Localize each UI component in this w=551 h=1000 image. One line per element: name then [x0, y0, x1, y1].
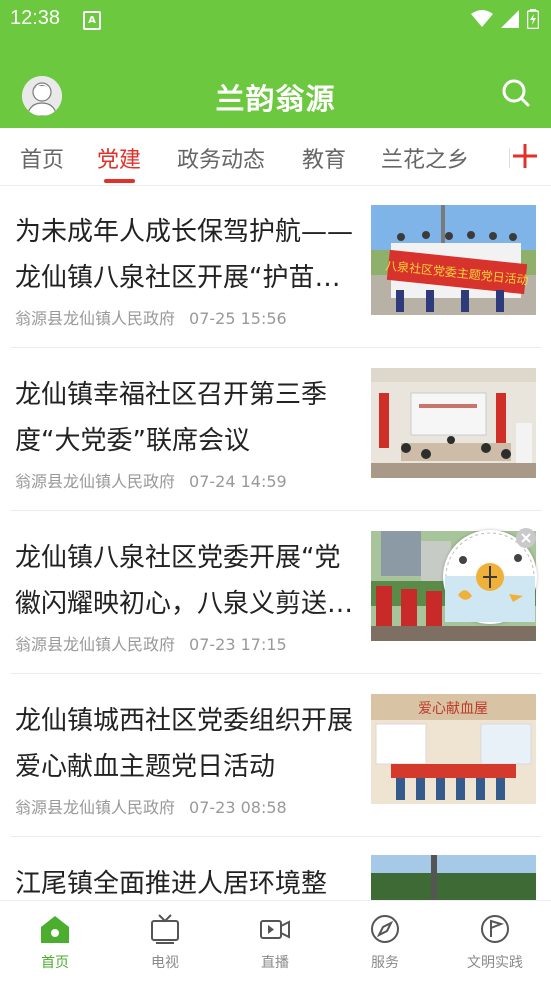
app-header: 兰韵翁源 [0, 38, 551, 128]
tab-party-building[interactable]: 党建 [97, 142, 141, 174]
status-time: 12:38 [10, 7, 61, 29]
news-title: 龙仙镇幸福社区召开第三季度“大党委”联席会议 [15, 380, 328, 456]
sign-text: 爱心献血屋 [418, 701, 488, 717]
news-time: 07-24 14:59 [189, 472, 287, 491]
nav-label: 电视 [151, 955, 179, 971]
news-thumbnail: 八泉社区党委主题党日活动 [371, 205, 536, 315]
channel-tabs: 首页 党建 政务动态 教育 兰花之乡 [0, 128, 551, 186]
notification-icon: A [83, 11, 101, 30]
nav-home[interactable]: 首页 [0, 901, 110, 982]
wifi-icon [471, 10, 493, 27]
nav-live[interactable]: 直播 [220, 901, 330, 982]
status-bar: 12:38 A [0, 0, 551, 38]
cellular-signal-icon [501, 10, 519, 28]
tab-home[interactable]: 首页 [20, 142, 64, 174]
news-thumbnail [371, 368, 536, 478]
bottom-navigation: 首页 电视 直播 服务 文明实践 [0, 900, 551, 982]
news-title: 为未成年人成长保驾护航——龙仙镇八泉社区开展“护苗… [15, 217, 354, 293]
nav-label: 服务 [371, 955, 399, 971]
news-meta: 翁源县龙仙镇人民政府 07-24 14:59 [15, 468, 287, 492]
tab-education[interactable]: 教育 [302, 142, 346, 174]
flag-circle-icon [481, 915, 509, 943]
nav-civilization-practice[interactable]: 文明实践 [440, 901, 550, 982]
nav-label: 首页 [41, 955, 69, 971]
nav-label: 文明实践 [467, 955, 523, 971]
live-icon [260, 920, 290, 939]
nav-label: 直播 [261, 955, 289, 971]
home-icon [41, 916, 69, 943]
tab-government-news[interactable]: 政务动态 [177, 142, 265, 174]
nav-service[interactable]: 服务 [330, 901, 440, 982]
battery-icon [527, 9, 539, 29]
news-title: 龙仙镇城西社区党委组织开展爱心献血主题党日活动 [15, 706, 354, 782]
news-source: 翁源县龙仙镇人民政府 [15, 472, 176, 491]
news-item[interactable]: 龙仙镇幸福社区召开第三季度“大党委”联席会议 翁源县龙仙镇人民政府 07-24 1… [0, 348, 551, 511]
nav-tv[interactable]: 电视 [110, 901, 220, 982]
news-meta: 翁源县龙仙镇人民政府 07-25 15:56 [15, 305, 287, 329]
news-title: 龙仙镇八泉社区党委开展“党徽闪耀映初心，八泉义剪送… [15, 543, 354, 619]
news-source: 翁源县龙仙镇人民政府 [15, 798, 176, 817]
tab-divider [509, 148, 510, 168]
news-source: 翁源县龙仙镇人民政府 [15, 635, 176, 654]
news-item[interactable]: 龙仙镇城西社区党委组织开展爱心献血主题党日活动 翁源县龙仙镇人民政府 07-23 … [0, 674, 551, 837]
news-thumbnail: 爱心献血屋 [371, 694, 536, 804]
add-channel-icon[interactable] [513, 144, 537, 168]
compass-icon [371, 915, 399, 943]
app-title: 兰韵翁源 [215, 82, 336, 116]
news-time: 07-25 15:56 [189, 309, 287, 328]
active-tab-indicator [104, 179, 135, 183]
tv-icon [151, 914, 179, 944]
tab-orchid-hometown[interactable]: 兰花之乡 [381, 142, 469, 174]
close-icon[interactable] [516, 528, 536, 548]
news-meta: 翁源县龙仙镇人民政府 07-23 08:58 [15, 794, 287, 818]
system-icons [471, 9, 539, 29]
news-time: 07-23 08:58 [189, 798, 287, 817]
news-time: 07-23 17:15 [189, 635, 287, 654]
news-meta: 翁源县龙仙镇人民政府 07-23 17:15 [15, 631, 287, 655]
news-item[interactable]: 为未成年人成长保驾护航——龙仙镇八泉社区开展“护苗… 翁源县龙仙镇人民政府 07-… [0, 185, 551, 348]
news-source: 翁源县龙仙镇人民政府 [15, 309, 176, 328]
search-icon[interactable] [501, 78, 531, 108]
